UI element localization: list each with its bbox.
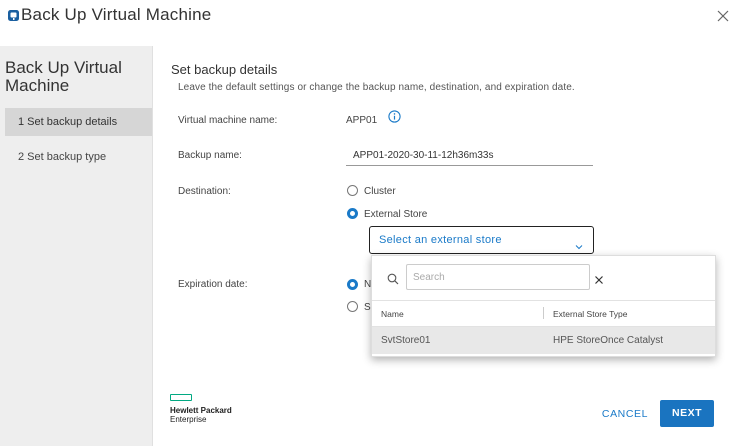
step-set-backup-type[interactable]: 2 Set backup type	[5, 143, 152, 171]
backup-name-label: Backup name:	[178, 150, 242, 161]
store-table-header: Name External Store Type	[372, 300, 715, 327]
dialog-title: Back Up Virtual Machine	[21, 5, 212, 24]
vm-backup-icon	[7, 9, 20, 22]
column-separator	[543, 307, 544, 319]
wizard-steps: 1 Set backup details 2 Set backup type	[5, 108, 152, 178]
info-icon[interactable]	[388, 110, 401, 123]
column-header-type[interactable]: External Store Type	[553, 309, 628, 319]
close-icon[interactable]	[714, 7, 732, 25]
search-icon	[387, 272, 399, 285]
cancel-button[interactable]: CANCEL	[599, 404, 651, 424]
logo-line-2: Enterprise	[170, 415, 207, 424]
wizard-main: Set backup details Leave the default set…	[153, 46, 749, 446]
section-title: Set backup details	[171, 62, 278, 77]
sidebar-title: Back Up Virtual Machine	[5, 58, 122, 95]
expiration-option-2-radio[interactable]	[347, 301, 358, 312]
backup-name-input[interactable]	[346, 146, 593, 166]
expiration-date-label: Expiration date:	[178, 279, 248, 290]
next-button[interactable]: NEXT	[660, 400, 714, 427]
logo-line-1: Hewlett Packard	[170, 406, 232, 415]
destination-label: Destination:	[178, 186, 231, 197]
expiration-option-1-radio[interactable]	[347, 279, 358, 290]
wizard-sidebar: Back Up Virtual Machine 1 Set backup det…	[0, 46, 153, 446]
store-name-cell: SvtStore01	[381, 335, 431, 346]
external-store-select[interactable]: Select an external store	[369, 226, 594, 254]
store-type-cell: HPE StoreOnce Catalyst	[553, 335, 664, 346]
destination-cluster-radio[interactable]	[347, 185, 358, 196]
table-row[interactable]: SvtStore01 HPE StoreOnce Catalyst	[372, 327, 715, 354]
destination-cluster-label: Cluster	[364, 186, 396, 197]
store-search-input[interactable]	[406, 264, 590, 290]
external-store-select-text: Select an external store	[379, 234, 502, 246]
destination-external-store-label: External Store	[364, 209, 428, 220]
hpe-logo: Hewlett Packard Enterprise	[170, 394, 250, 424]
clear-search-icon[interactable]	[594, 272, 604, 284]
section-subtitle: Leave the default settings or change the…	[178, 82, 575, 93]
destination-external-store-radio[interactable]	[347, 208, 358, 219]
column-header-name[interactable]: Name	[381, 309, 404, 319]
vm-name-value: APP01	[346, 115, 378, 126]
expiration-option-2-label: S	[364, 302, 371, 313]
step-set-backup-details[interactable]: 1 Set backup details	[5, 108, 152, 136]
chevron-down-icon	[575, 237, 583, 250]
vm-name-label: Virtual machine name:	[178, 115, 278, 126]
external-store-dropdown: Name External Store Type SvtStore01 HPE …	[371, 255, 716, 357]
dialog-titlebar: Back Up Virtual Machine	[0, 0, 749, 42]
hpe-logo-mark	[170, 394, 192, 401]
